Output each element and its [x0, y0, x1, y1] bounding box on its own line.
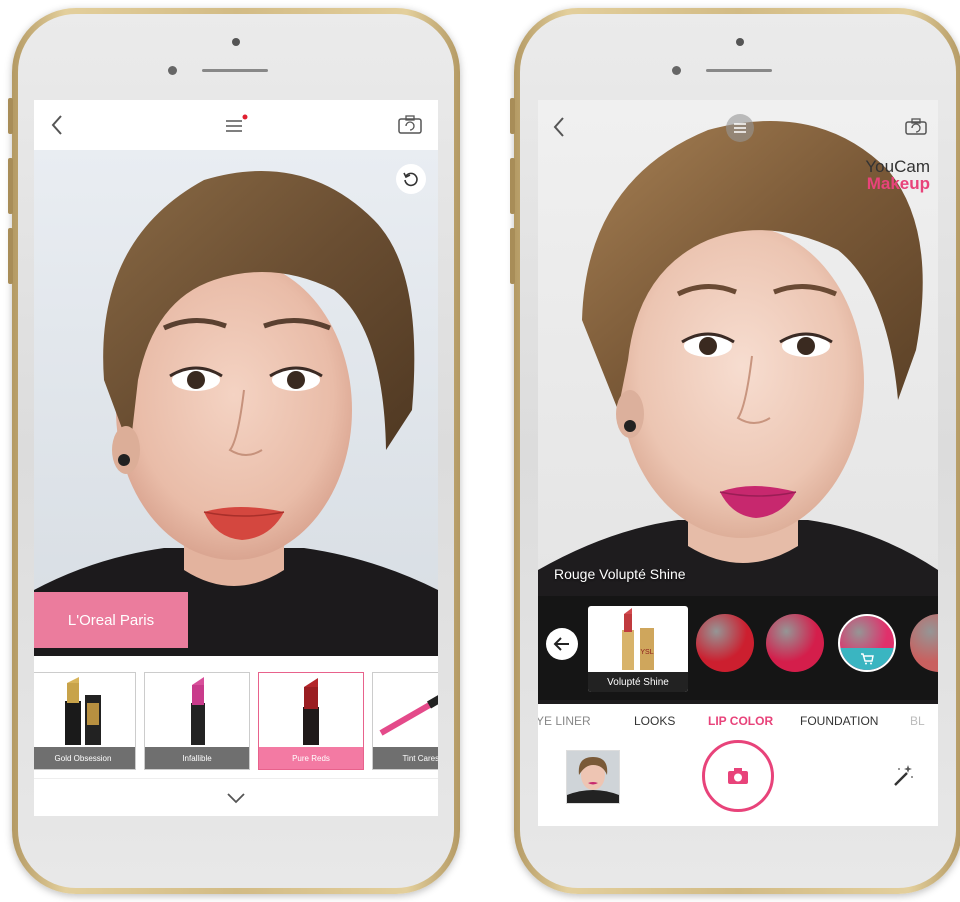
- reset-icon[interactable]: [396, 164, 426, 194]
- back-chevron-icon[interactable]: [42, 110, 72, 140]
- lipstick-infallible-image: [191, 677, 205, 745]
- product-card[interactable]: YSL Volupté Shine: [588, 606, 688, 692]
- mute-switch: [510, 98, 515, 134]
- face-preview: [34, 150, 438, 656]
- tab-lip-color[interactable]: LIP COLOR: [708, 714, 773, 728]
- camera-icon: [710, 748, 766, 804]
- product-name: Rouge Volupté Shine: [554, 566, 686, 582]
- back-chevron-icon[interactable]: [544, 112, 574, 142]
- earpiece-speaker: [706, 69, 772, 72]
- thumbnail-image: [567, 751, 619, 803]
- lipstick-gold-image: [65, 677, 101, 745]
- chevron-down-icon[interactable]: [220, 785, 252, 811]
- tab-foundation[interactable]: FOUNDATION: [800, 714, 878, 728]
- tab-looks[interactable]: LOOKS: [634, 714, 675, 728]
- product-label: Pure Reds: [259, 747, 363, 769]
- menu-icon[interactable]: [726, 114, 754, 142]
- swatch-bar: YSL Volupté Shine: [538, 596, 938, 700]
- gallery-thumbnail[interactable]: [566, 750, 620, 804]
- volume-down-button: [510, 228, 515, 284]
- product-card-tint-caresse[interactable]: Tint Caresse: [372, 672, 438, 770]
- product-card-gold-obsession[interactable]: Gold Obsession: [34, 672, 136, 770]
- lipstick-volupte-image: YSL: [622, 608, 654, 670]
- volume-up-button: [8, 158, 13, 214]
- magic-wand-icon[interactable]: [884, 758, 920, 794]
- brand-tag[interactable]: L'Oreal Paris: [34, 592, 188, 648]
- swatch-color-selected[interactable]: [838, 614, 896, 672]
- mute-switch: [8, 98, 13, 134]
- product-card-infallible[interactable]: Infallible: [144, 672, 250, 770]
- product-strip: Gold Obsession Infallible Pure Reds Tint…: [34, 656, 438, 778]
- youcam-logo: YouCam Makeup: [865, 158, 930, 192]
- product-label: Gold Obsession: [34, 747, 135, 769]
- front-camera: [736, 38, 744, 46]
- volume-down-button: [8, 228, 13, 284]
- capture-button[interactable]: [702, 740, 774, 812]
- app-screen-loreal: L'Oreal Paris Gold Obsession Infallible …: [34, 100, 438, 816]
- proximity-sensor: [168, 66, 177, 75]
- arrow-left-icon[interactable]: [546, 628, 578, 660]
- logo-line-1: YouCam: [865, 157, 930, 176]
- menu-icon[interactable]: [218, 110, 254, 140]
- proximity-sensor: [672, 66, 681, 75]
- svg-text:YSL: YSL: [640, 649, 653, 656]
- product-label: Infallible: [145, 747, 249, 769]
- cart-icon[interactable]: [840, 648, 894, 670]
- phone-left: L'Oreal Paris Gold Obsession Infallible …: [8, 8, 460, 894]
- tab-blush[interactable]: BL: [910, 714, 925, 728]
- product-label: Tint Caresse: [373, 747, 438, 769]
- capture-row: [538, 736, 938, 826]
- app-screen-youcam: YouCam Makeup Rouge Volupté Shine YSL Vo…: [538, 100, 938, 826]
- lipstick-pure-reds-image: [303, 678, 319, 745]
- bottom-bar: [34, 778, 438, 816]
- swatch-color[interactable]: [766, 614, 824, 672]
- top-bar: [34, 100, 438, 150]
- tab-eye-liner[interactable]: YE LINER: [538, 714, 591, 728]
- volume-up-button: [510, 158, 515, 214]
- lip-tint-image: [379, 695, 438, 736]
- product-card-label: Volupté Shine: [588, 672, 688, 692]
- category-tabs: YE LINER LOOKS LIP COLOR FOUNDATION BL: [538, 704, 938, 736]
- logo-line-2: Makeup: [866, 174, 930, 193]
- phone-right: YouCam Makeup Rouge Volupté Shine YSL Vo…: [510, 8, 960, 894]
- earpiece-speaker: [202, 69, 268, 72]
- front-camera: [232, 38, 240, 46]
- camera-switch-icon[interactable]: [900, 112, 932, 142]
- swatch-color[interactable]: [696, 614, 754, 672]
- face-photo: [34, 150, 438, 656]
- product-card-pure-reds[interactable]: Pure Reds: [258, 672, 364, 770]
- camera-switch-icon[interactable]: [392, 110, 428, 140]
- swatch-color[interactable]: [910, 614, 938, 672]
